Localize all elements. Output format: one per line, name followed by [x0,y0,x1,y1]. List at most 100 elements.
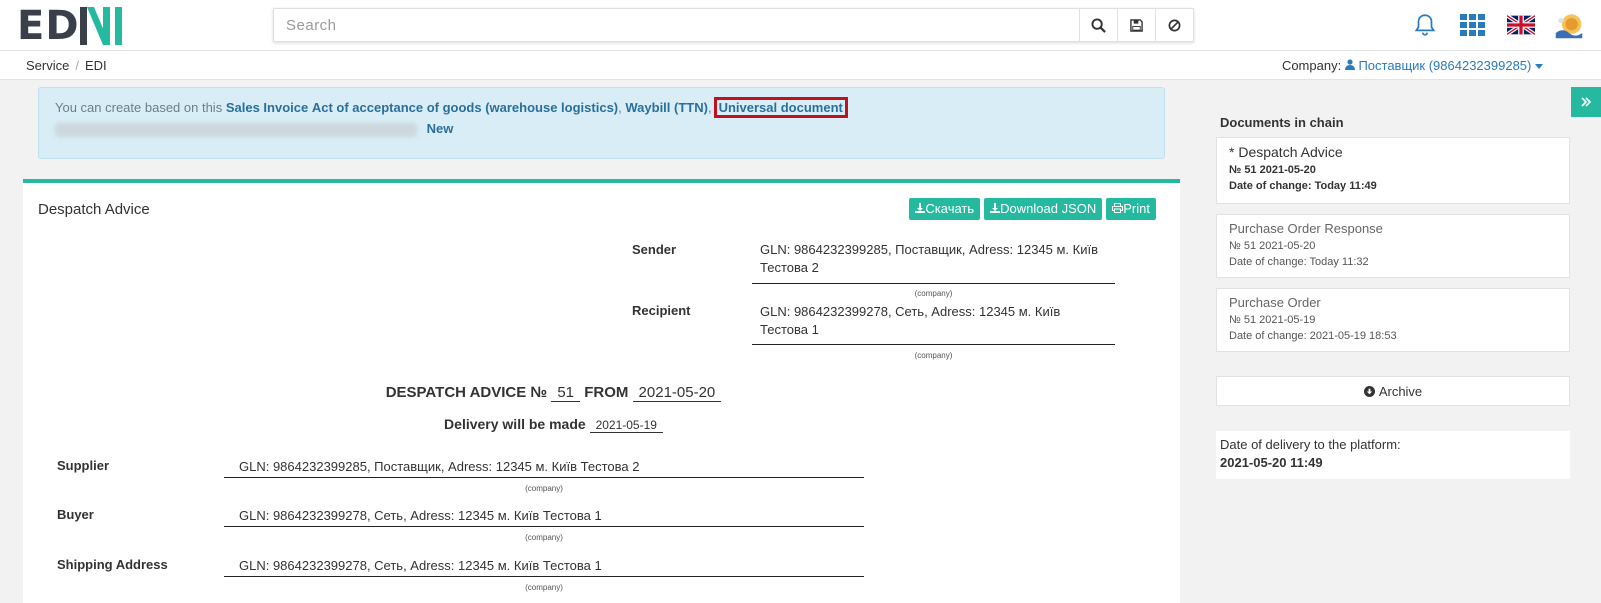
company-label: Company: [1281,58,1342,73]
archive-button[interactable]: Archive [1216,376,1570,406]
shipping-label: Shipping Address [57,557,168,572]
document-actions: Скачать Download JSON Print [909,198,1156,220]
double-chevron-right-icon [1581,97,1591,107]
buyer-hint: (company) [525,533,563,542]
search-bar [273,8,1194,42]
grid-icon [1460,14,1485,36]
recipient-value-line2: Тестова 1 [760,322,819,337]
recipient-value-line1: GLN: 9864232399278, Сеть, Adress: 12345 … [760,304,1061,319]
shipping-value: GLN: 9864232399278, Сеть, Adress: 12345 … [239,558,602,573]
download-json-button[interactable]: Download JSON [984,198,1103,220]
avatar-icon [1555,14,1583,39]
ban-icon [1168,19,1181,31]
create-new-link[interactable]: New [427,121,454,136]
chain-item-title: Purchase Order [1229,295,1321,310]
sender-value-line1: GLN: 9864232399285, Поставщик, Adress: 1… [760,242,1099,257]
doc-number: 51 [551,384,581,402]
user-avatar[interactable] [1554,10,1584,40]
search-input[interactable] [274,9,1079,41]
download-button[interactable]: Скачать [909,198,981,220]
search-button[interactable] [1079,9,1117,41]
company-selector[interactable]: Company: Поставщик (9864232399285) [1282,58,1543,73]
create-act-acceptance-link[interactable]: Act of acceptance of goods (warehouse lo… [312,100,618,115]
supplier-value: GLN: 9864232399285, Поставщик, Adress: 1… [239,459,640,474]
chain-item-number: № 51 2021-05-19 [1229,314,1316,326]
buyer-value: GLN: 9864232399278, Сеть, Adress: 12345 … [239,508,602,523]
delivery-label: Delivery will be made [444,416,586,432]
company-value[interactable]: Поставщик (9864232399285) [1358,58,1531,73]
doc-date: 2021-05-20 [632,384,722,402]
sender-value: GLN: 9864232399285, Поставщик, Adress: 1… [760,241,1100,277]
buyer-label: Buyer [57,507,94,522]
platform-delivery-value: 2021-05-20 11:49 [1220,455,1323,470]
recipient-label: Recipient [632,303,691,318]
create-universal-document-link[interactable]: Universal document [713,97,848,118]
print-icon [1112,203,1124,213]
bell-icon [1414,14,1436,36]
sidebar-toggle-button[interactable] [1571,87,1601,117]
print-button[interactable]: Print [1106,198,1156,220]
save-search-button[interactable] [1117,9,1155,41]
chain-item-purchase-order[interactable]: Purchase Order № 51 2021-05-19 Date of c… [1216,288,1570,352]
top-bar: ED [0,0,1601,51]
despatch-advice-panel: Despatch Advice Скачать Download JSON Pr… [23,179,1180,603]
create-based-on-alert: You can create based on this Sales Invoi… [38,87,1165,159]
print-label: Print [1123,201,1150,216]
supplier-hint: (company) [525,484,563,493]
breadcrumb-service[interactable]: Service [26,58,69,73]
chain-item-changed: Date of change: Today 11:32 [1229,256,1369,268]
chain-item-title: Purchase Order Response [1229,221,1383,236]
apps-menu-button[interactable] [1458,10,1488,40]
notifications-button[interactable] [1410,10,1440,40]
breadcrumb: Service / EDI [26,58,107,73]
logo-i-icon [114,7,122,45]
user-icon [1344,59,1355,70]
documents-in-chain-title: Documents in chain [1220,115,1344,130]
chain-item-title: * Despatch Advice [1229,144,1343,160]
download-json-label: Download JSON [1000,201,1097,216]
recipient-underline [752,344,1115,345]
shipping-hint: (company) [525,583,563,592]
arrow-down-circle-icon [1363,385,1375,397]
chain-item-changed: Date of change: Today 11:49 [1229,180,1377,192]
document-heading: DESPATCH ADVICE № 51 FROM 2021-05-20 [0,384,1132,402]
shipping-underline [224,576,864,577]
doc-from-label: FROM [584,384,629,401]
chain-item-changed: Date of change: 2021-05-19 18:53 [1229,330,1397,342]
delivery-line: Delivery will be made 2021-05-19 [0,416,1132,433]
create-waybill-link[interactable]: Waybill (TTN) [625,100,708,115]
logo-n-icon [79,7,110,45]
chain-item-despatch-advice[interactable]: * Despatch Advice № 51 2021-05-20 Date o… [1216,137,1570,204]
recipient-value: GLN: 9864232399278, Сеть, Adress: 12345 … [760,303,1100,339]
chain-item-number: № 51 2021-05-20 [1229,240,1316,252]
archive-label: Archive [1378,383,1423,399]
alert-intro: You can create based on this [55,100,223,115]
chain-item-number: № 51 2021-05-20 [1229,164,1316,176]
clear-search-button[interactable] [1155,9,1193,41]
chain-item-purchase-order-response[interactable]: Purchase Order Response № 51 2021-05-20 … [1216,214,1570,278]
download-label: Скачать [925,201,975,216]
supplier-label: Supplier [57,458,110,473]
chevron-down-icon [1535,64,1543,69]
save-icon [1130,18,1143,32]
doc-title-prefix: DESPATCH ADVICE № [385,384,548,401]
recipient-hint: (company) [914,351,953,360]
buyer-underline [224,526,864,527]
download-icon [990,203,1001,213]
uk-flag-icon [1507,15,1535,35]
create-sales-invoice-link[interactable]: Sales Invoice [226,100,308,115]
sender-underline [752,283,1115,284]
blurred-link [55,122,417,137]
sender-hint: (company) [914,289,953,298]
sender-value-line2: Тестова 2 [760,260,819,275]
language-selector[interactable] [1506,10,1536,40]
logo-text-ed: ED [17,3,80,49]
delivery-date: 2021-05-19 [589,418,663,433]
platform-delivery-info: Date of delivery to the platform: 2021-0… [1216,431,1570,479]
download-icon [915,203,926,213]
breadcrumb-edi[interactable]: EDI [85,58,107,73]
edin-logo[interactable]: ED [17,3,123,49]
breadcrumb-bar: Service / EDI Company: Поставщик (98642323… [0,51,1601,80]
sender-label: Sender [632,242,677,257]
panel-title: Despatch Advice [38,201,150,218]
